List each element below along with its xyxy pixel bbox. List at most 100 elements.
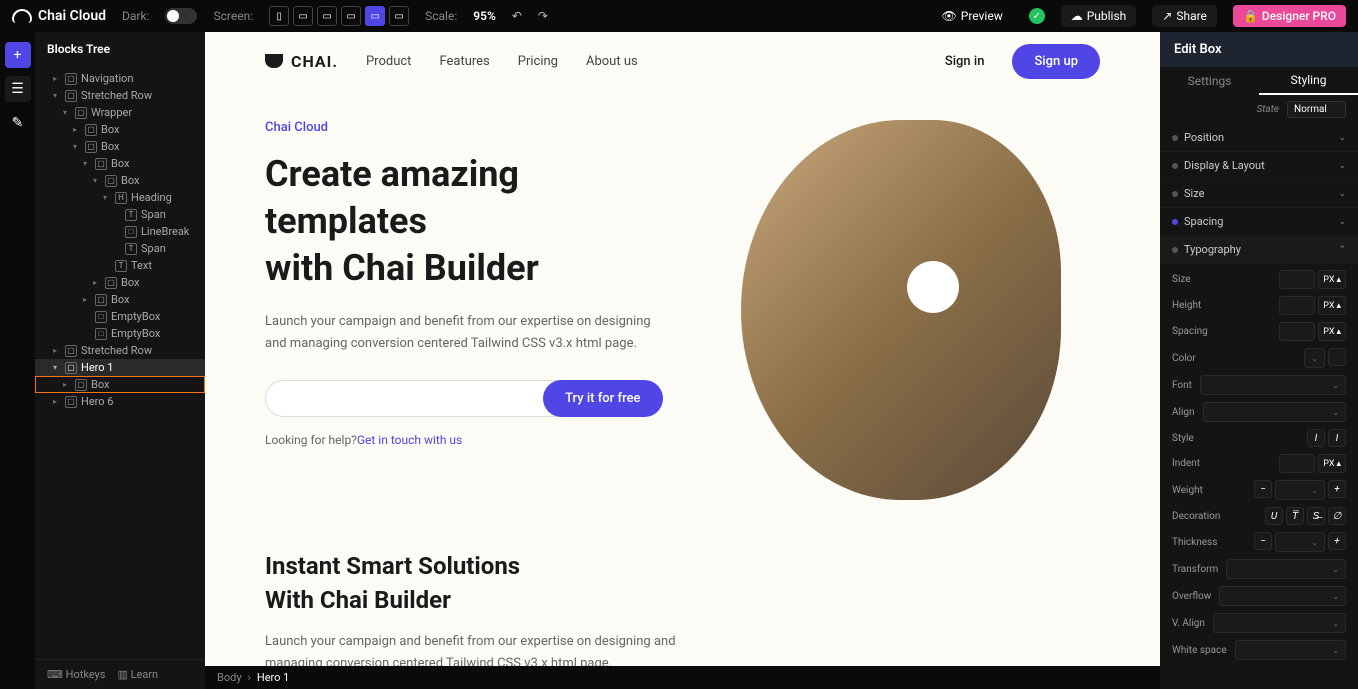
tab-settings[interactable]: Settings xyxy=(1160,67,1259,95)
italic-button[interactable]: I xyxy=(1307,429,1325,447)
tree-item[interactable]: ▸▢Box xyxy=(35,291,205,308)
tree-item[interactable]: ▾HHeading xyxy=(35,189,205,206)
nav-product[interactable]: Product xyxy=(366,54,411,69)
share-icon: ↗ xyxy=(1162,9,1172,23)
hotkeys-link[interactable]: ⌨ Hotkeys xyxy=(47,668,105,681)
signup-button[interactable]: Sign up xyxy=(1012,44,1100,79)
crumb-hero1[interactable]: Hero 1 xyxy=(257,671,289,684)
overflow-select[interactable]: ⌄ xyxy=(1219,586,1346,606)
section-spacing[interactable]: Spacing⌄ xyxy=(1160,208,1358,236)
tree-button[interactable]: ☰ xyxy=(5,76,31,102)
underline-button[interactable]: U xyxy=(1265,507,1283,525)
screen-desktop[interactable]: ▭ xyxy=(389,6,409,26)
typo-height-input[interactable] xyxy=(1279,296,1315,315)
tree-item[interactable]: □EmptyBox xyxy=(35,325,205,342)
scale-value: 95% xyxy=(473,9,496,23)
design-canvas[interactable]: CHAI. Product Features Pricing About us … xyxy=(205,32,1160,666)
tree-item[interactable]: ▸▢Box xyxy=(35,376,205,393)
tab-styling[interactable]: Styling xyxy=(1259,67,1358,95)
tree-item[interactable]: ▾▢Box xyxy=(35,155,205,172)
strike-button[interactable]: S̶ xyxy=(1307,507,1325,525)
tree-item[interactable]: ▾▢Wrapper xyxy=(35,104,205,121)
email-input[interactable] xyxy=(265,380,567,417)
typo-thick-label: Thickness xyxy=(1172,537,1217,548)
tree-item[interactable]: TSpan xyxy=(35,206,205,223)
screen-sizes: ▯ ▭ ▭ ▭ ▭ ▭ xyxy=(269,6,409,26)
section-size[interactable]: Size⌄ xyxy=(1160,180,1358,208)
weight-minus[interactable]: − xyxy=(1254,480,1272,498)
preview-button[interactable]: 👁 Preview xyxy=(932,5,1013,27)
learn-link[interactable]: ▥ Learn xyxy=(117,668,158,681)
none-deco-button[interactable]: ∅ xyxy=(1328,507,1346,525)
help-link[interactable]: Get in touch with us xyxy=(357,433,462,447)
typo-size-unit[interactable]: PX ▴ xyxy=(1318,270,1346,289)
typo-spacing-unit[interactable]: PX ▴ xyxy=(1318,322,1346,341)
typo-color-select[interactable]: ⌄ xyxy=(1304,348,1325,368)
signin-link[interactable]: Sign in xyxy=(945,54,985,69)
hero-eyebrow: Chai Cloud xyxy=(265,120,663,135)
typo-transform-label: Transform xyxy=(1172,564,1218,575)
share-button[interactable]: ↗ Share xyxy=(1152,5,1217,27)
typo-indent-input[interactable] xyxy=(1279,454,1315,473)
typo-spacing-input[interactable] xyxy=(1279,322,1315,341)
tree-item[interactable]: ▾▢Stretched Row xyxy=(35,87,205,104)
screen-laptop[interactable]: ▭ xyxy=(365,6,385,26)
play-button[interactable] xyxy=(907,261,959,313)
section-typography[interactable]: Typography⌃ xyxy=(1160,236,1358,264)
undo-icon[interactable]: ↶ xyxy=(512,9,522,23)
typo-font-label: Font xyxy=(1172,380,1192,391)
tree-item[interactable]: ▸▢Box xyxy=(35,274,205,291)
nav-features[interactable]: Features xyxy=(439,54,489,69)
screen-tablet-sm[interactable]: ▭ xyxy=(293,6,313,26)
properties-panel: Edit Box Settings Styling State Normal P… xyxy=(1160,32,1358,689)
screen-tablet[interactable]: ▭ xyxy=(317,6,337,26)
tree-item[interactable]: ▾▢Box xyxy=(35,172,205,189)
typo-size-input[interactable] xyxy=(1279,270,1315,289)
typo-color-swatch[interactable] xyxy=(1328,348,1346,366)
ws-select[interactable]: ⌄ xyxy=(1235,640,1346,660)
thick-plus[interactable]: + xyxy=(1328,532,1346,550)
section-position[interactable]: Position⌄ xyxy=(1160,124,1358,152)
thick-select[interactable]: ⌄ xyxy=(1275,532,1325,552)
tree-item[interactable]: ▾▢Box xyxy=(35,138,205,155)
typo-font-select[interactable]: ⌄ xyxy=(1200,375,1346,395)
tree-item[interactable]: □LineBreak xyxy=(35,223,205,240)
tree-item[interactable]: □EmptyBox xyxy=(35,308,205,325)
overline-button[interactable]: T̅ xyxy=(1286,507,1304,525)
tree-item[interactable]: ▸▢Hero 6 xyxy=(35,393,205,410)
screen-laptop-sm[interactable]: ▭ xyxy=(341,6,361,26)
typo-align-select[interactable]: ⌄ xyxy=(1203,402,1346,422)
transform-select[interactable]: ⌄ xyxy=(1226,559,1346,579)
typo-height-unit[interactable]: PX ▴ xyxy=(1318,296,1346,315)
section-display[interactable]: Display & Layout⌄ xyxy=(1160,152,1358,180)
tree-item[interactable]: TText xyxy=(35,257,205,274)
tree-item[interactable]: ▾▢Hero 1 xyxy=(35,359,205,376)
italic2-button[interactable]: I xyxy=(1328,429,1346,447)
nav-pricing[interactable]: Pricing xyxy=(518,54,558,69)
typo-indent-unit[interactable]: PX ▴ xyxy=(1318,454,1346,473)
breadcrumb: Body › Hero 1 xyxy=(205,666,1160,689)
publish-button[interactable]: ☁ Publish xyxy=(1061,5,1137,27)
cta-button[interactable]: Try it for free xyxy=(543,380,662,417)
thick-minus[interactable]: − xyxy=(1254,532,1272,550)
pro-button[interactable]: 🔒 Designer PRO xyxy=(1233,5,1346,27)
redo-icon[interactable]: ↷ xyxy=(538,9,548,23)
weight-plus[interactable]: + xyxy=(1328,480,1346,498)
typo-deco-label: Decoration xyxy=(1172,511,1220,522)
state-select[interactable]: Normal xyxy=(1287,101,1346,118)
theme-button[interactable]: ✎ xyxy=(5,110,31,136)
valign-select[interactable]: ⌄ xyxy=(1213,613,1346,633)
tree-item[interactable]: TSpan xyxy=(35,240,205,257)
app-name: Chai Cloud xyxy=(38,8,106,24)
screen-phone[interactable]: ▯ xyxy=(269,6,289,26)
nav-about[interactable]: About us xyxy=(586,54,638,69)
typo-indent-label: Indent xyxy=(1172,458,1200,469)
tree-item[interactable]: ▸▢Stretched Row xyxy=(35,342,205,359)
add-block-button[interactable]: + xyxy=(5,42,31,68)
tree-item[interactable]: ▸▢Box xyxy=(35,121,205,138)
weight-select[interactable]: ⌄ xyxy=(1275,480,1325,500)
crumb-body[interactable]: Body xyxy=(217,671,242,684)
dark-toggle[interactable] xyxy=(165,8,197,24)
tree-item[interactable]: ▸▢Navigation xyxy=(35,70,205,87)
typo-ws-label: White space xyxy=(1172,645,1227,656)
